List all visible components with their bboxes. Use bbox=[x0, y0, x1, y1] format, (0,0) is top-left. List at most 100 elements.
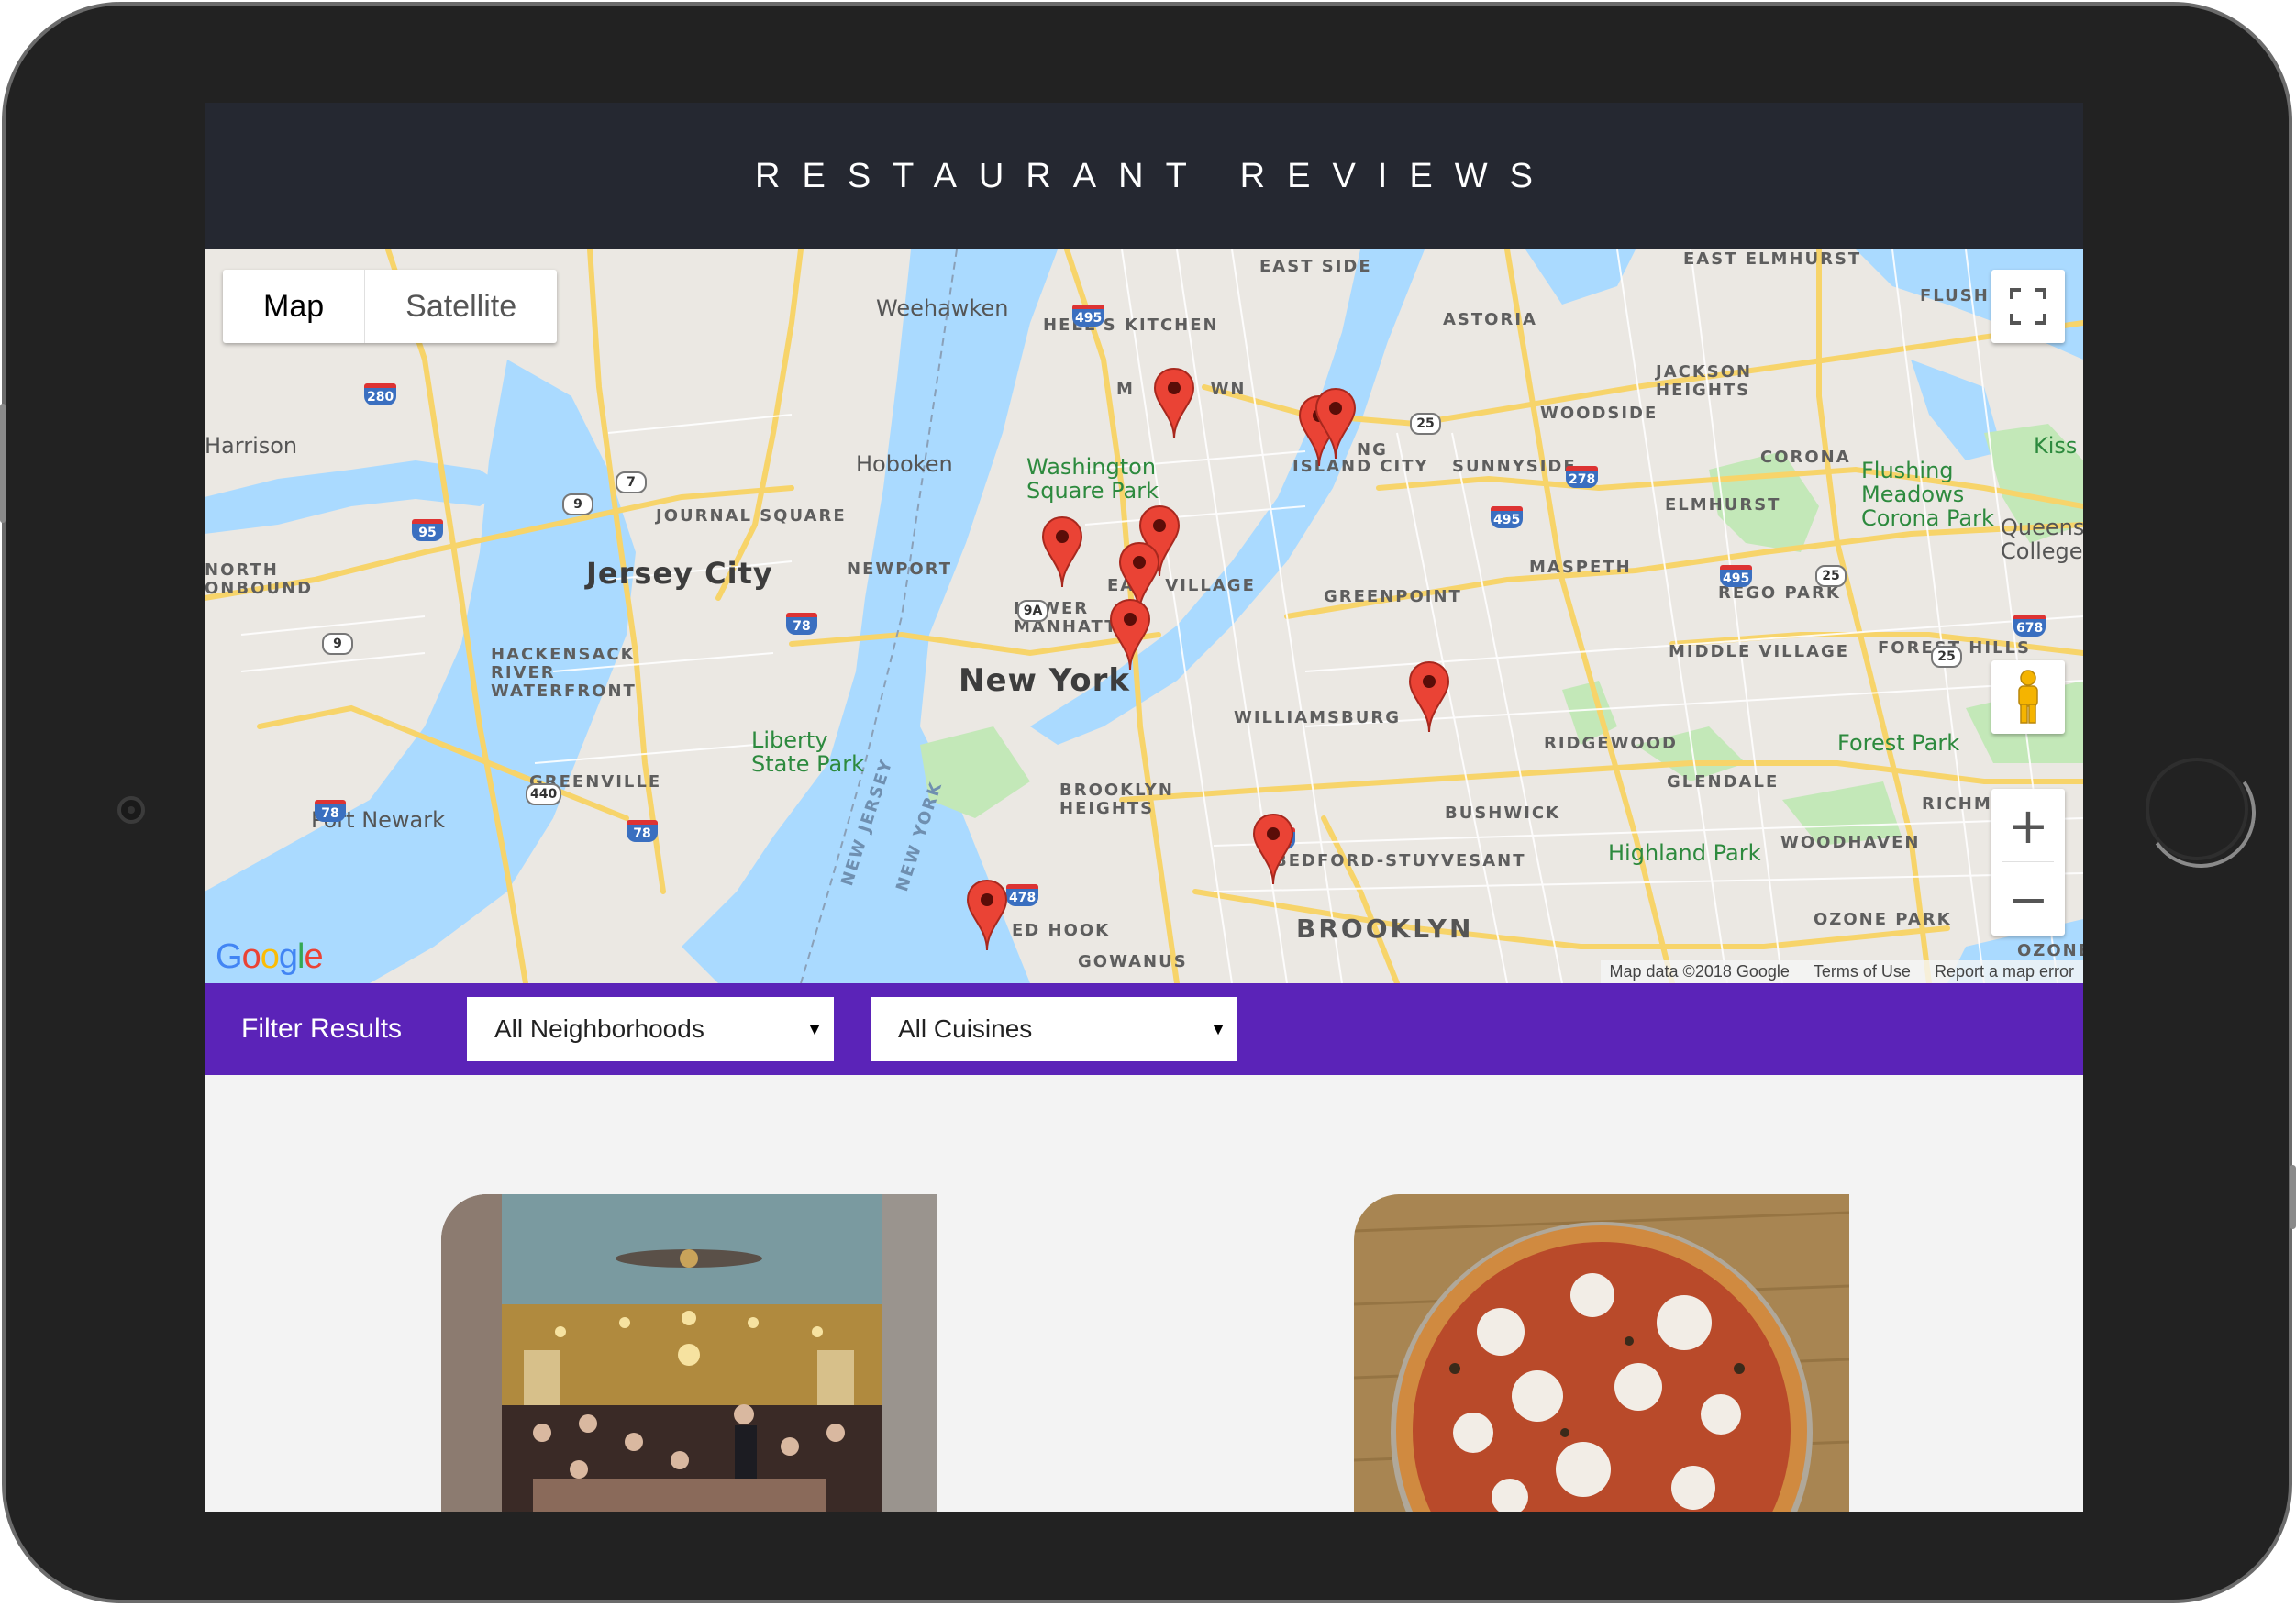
highway-shield: 78 bbox=[315, 800, 346, 822]
highway-shield: 7 bbox=[616, 471, 647, 493]
map-label: Highland Park bbox=[1608, 840, 1761, 866]
map-label: ELMHURST bbox=[1665, 495, 1781, 515]
highway-shield: 25 bbox=[1410, 413, 1441, 435]
map-label: WOODHAVEN bbox=[1780, 833, 1921, 852]
highway-shield: 25 bbox=[1931, 646, 1962, 668]
map-label: Liberty State Park bbox=[751, 727, 865, 777]
highway-shield: 78 bbox=[786, 613, 817, 635]
restaurants-list bbox=[205, 1075, 2083, 1512]
terms-of-use-link[interactable]: Terms of Use bbox=[1814, 962, 1911, 981]
map-type-map-button[interactable]: Map bbox=[223, 270, 366, 343]
volume-button bbox=[0, 404, 6, 523]
map[interactable]: EAST SIDE EAST ELMHURST Weehawken HELL'S… bbox=[205, 249, 2083, 983]
app-screen: RESTAURANT REVIEWS EAST SIDE EAST ELMHUR… bbox=[205, 103, 2083, 1512]
map-label: MASPETH bbox=[1529, 558, 1632, 577]
highway-shield: 495 bbox=[1720, 565, 1753, 587]
highway-shield: 9 bbox=[322, 633, 353, 655]
map-label: GOWANUS bbox=[1078, 952, 1188, 971]
map-data-credit: Map data ©2018 Google bbox=[1609, 962, 1790, 981]
map-marker[interactable] bbox=[1109, 598, 1151, 671]
zoom-out-button[interactable]: − bbox=[1991, 862, 2065, 936]
report-map-error-link[interactable]: Report a map error bbox=[1935, 962, 2074, 981]
highway-shield: 9A bbox=[1017, 600, 1048, 622]
highway-shield: 678 bbox=[2013, 615, 2046, 637]
map-label: MIDDLE VILLAGE bbox=[1669, 642, 1850, 661]
map-label: Hoboken bbox=[856, 451, 953, 477]
pegman-icon bbox=[2018, 670, 2038, 724]
zoom-control: + − bbox=[1991, 789, 2065, 936]
highway-shield: 495 bbox=[1072, 305, 1105, 327]
map-label: New York bbox=[959, 662, 1130, 699]
highway-shield: 78 bbox=[627, 820, 658, 842]
map-marker[interactable] bbox=[1153, 367, 1195, 440]
map-marker[interactable] bbox=[1314, 387, 1357, 460]
map-label: Kiss bbox=[2034, 433, 2078, 459]
highway-shield: 440 bbox=[526, 783, 562, 805]
highway-shield: 495 bbox=[1491, 506, 1524, 528]
map-label: ASTORIA bbox=[1443, 310, 1537, 329]
site-header: RESTAURANT REVIEWS bbox=[205, 103, 2083, 249]
map-label: ED HOOK bbox=[1012, 921, 1111, 940]
map-label: EAST SIDE bbox=[1259, 257, 1372, 276]
fullscreen-button[interactable] bbox=[1991, 270, 2065, 343]
map-label: SUNNYSIDE bbox=[1452, 457, 1577, 476]
cuisines-select[interactable]: All Cuisines ▼ bbox=[871, 997, 1237, 1061]
map-marker[interactable] bbox=[1252, 813, 1294, 886]
map-label: NG bbox=[1357, 440, 1388, 460]
map-label: HELL'S KITCHEN bbox=[1043, 316, 1219, 335]
map-label: BUSHWICK bbox=[1445, 804, 1561, 823]
map-label: Jersey City bbox=[586, 556, 773, 591]
highway-shield: 278 bbox=[1566, 466, 1599, 488]
map-label: WILLIAMSBURG bbox=[1234, 708, 1401, 727]
map-label: Weehawken bbox=[876, 295, 1009, 321]
zoom-in-button[interactable]: + bbox=[1991, 789, 2065, 862]
restaurant-image[interactable] bbox=[441, 1194, 937, 1512]
map-label: Forest Park bbox=[1837, 730, 1960, 756]
map-label: Washington Square Park bbox=[1026, 454, 1159, 504]
google-logo[interactable]: Google bbox=[216, 937, 324, 977]
map-label: Flushing Meadows Corona Park bbox=[1861, 458, 1994, 531]
highway-shield: 280 bbox=[364, 383, 397, 405]
cuisines-select-value: All Cuisines bbox=[898, 1014, 1033, 1043]
restaurant-interior-photo bbox=[441, 1194, 937, 1512]
map-label: BROOKLYN bbox=[1296, 914, 1474, 944]
side-button bbox=[2290, 1165, 2296, 1229]
map-label: HACKENSACK RIVER WATERFRONT bbox=[491, 645, 637, 701]
map-label: NORTH ONBOUND bbox=[205, 560, 314, 598]
map-marker[interactable] bbox=[1408, 660, 1450, 734]
map-attribution: Map data ©2018 Google Terms of Use Repor… bbox=[1600, 960, 2083, 983]
map-label: NEWPORT bbox=[847, 560, 953, 579]
map-label: Harrison bbox=[205, 433, 298, 459]
highway-shield: 25 bbox=[1815, 565, 1847, 587]
highway-shield: 95 bbox=[412, 519, 443, 541]
restaurant-image[interactable] bbox=[1354, 1194, 1849, 1512]
dropdown-arrow-icon: ▼ bbox=[1210, 1019, 1226, 1038]
neighborhoods-select[interactable]: All Neighborhoods ▼ bbox=[467, 997, 834, 1061]
map-label: BEDFORD-STUYVESANT bbox=[1274, 851, 1526, 870]
filter-bar: Filter Results All Neighborhoods ▼ All C… bbox=[205, 983, 2083, 1075]
map-type-control: Map Satellite bbox=[223, 270, 558, 343]
map-label: OZONE bbox=[2017, 941, 2083, 960]
street-view-button[interactable] bbox=[1991, 660, 2065, 734]
map-label: FLUSHI bbox=[1920, 286, 1998, 305]
filter-label: Filter Results bbox=[241, 1014, 403, 1044]
map-marker[interactable] bbox=[1041, 515, 1083, 589]
map-marker[interactable] bbox=[966, 879, 1008, 952]
map-label: JOURNAL SQUARE bbox=[656, 506, 847, 526]
map-label: BROOKLYN HEIGHTS bbox=[1059, 781, 1174, 818]
fullscreen-icon bbox=[2010, 288, 2046, 325]
map-label: Queens College bbox=[2001, 515, 2083, 564]
map-label: EAST ELMHURST bbox=[1683, 249, 1862, 269]
map-type-satellite-button[interactable]: Satellite bbox=[365, 270, 557, 343]
page-title: RESTAURANT REVIEWS bbox=[755, 156, 1555, 195]
highway-shield: 9 bbox=[562, 493, 593, 515]
map-label: CORONA bbox=[1760, 448, 1851, 467]
map-label: RICHM bbox=[1922, 794, 1992, 814]
map-label: OZONE PARK bbox=[1814, 910, 1952, 929]
map-label: JACKSON HEIGHTS bbox=[1656, 362, 1753, 400]
map-label: GREENPOINT bbox=[1324, 587, 1462, 606]
neighborhoods-select-value: All Neighborhoods bbox=[494, 1014, 704, 1043]
map-label: GLENDALE bbox=[1667, 772, 1780, 792]
home-button[interactable] bbox=[2146, 758, 2248, 860]
pizza-photo bbox=[1354, 1194, 1849, 1512]
